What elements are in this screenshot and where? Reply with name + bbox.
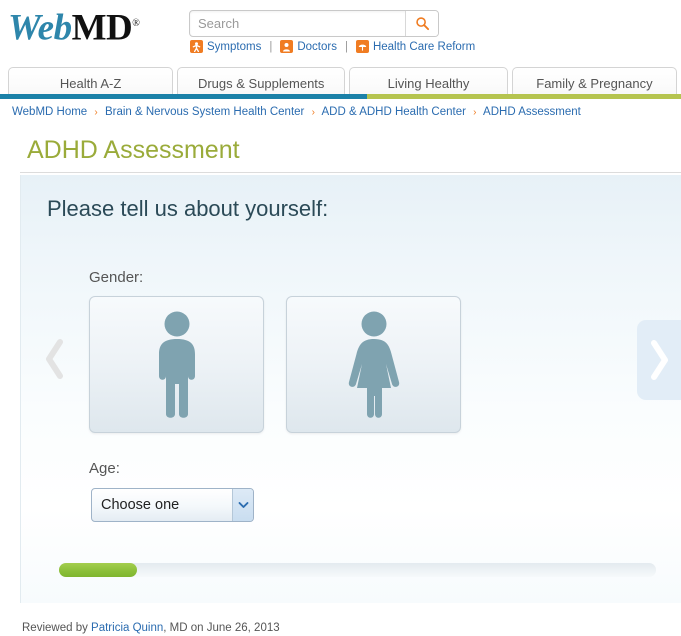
age-label: Age:: [89, 460, 120, 477]
registered-trademark-icon: ®: [132, 18, 140, 29]
breadcrumb-item-home[interactable]: WebMD Home: [12, 106, 87, 118]
page-title: ADHD Assessment: [27, 136, 240, 164]
search-input[interactable]: [190, 11, 405, 36]
reviewed-prefix: Reviewed by: [22, 622, 92, 634]
reviewer-credential: , MD: [163, 622, 188, 634]
breadcrumb-item-add-adhd[interactable]: ADD & ADHD Health Center: [321, 106, 465, 118]
search-icon: [415, 17, 429, 31]
gender-label: Gender:: [89, 269, 144, 286]
assessment-panel: Please tell us about yourself: Gender: A…: [20, 175, 681, 603]
breadcrumb: WebMD Home › Brain & Nervous System Heal…: [12, 106, 581, 118]
previous-step-button[interactable]: [33, 327, 77, 391]
quicklink-health-care-reform-label[interactable]: Health Care Reform: [373, 41, 475, 53]
age-select-wrapper: Choose one: [91, 488, 254, 522]
breadcrumb-item-brain-nervous-system[interactable]: Brain & Nervous System Health Center: [105, 106, 304, 118]
reviewed-suffix: on June 26, 2013: [187, 622, 280, 634]
reviewer-link[interactable]: Patricia Quinn: [91, 622, 163, 634]
quicklink-symptoms-label[interactable]: Symptoms: [207, 41, 261, 53]
breadcrumb-separator-icon: ›: [311, 107, 315, 118]
title-divider: [20, 172, 681, 173]
quicklink-symptoms[interactable]: Symptoms: [190, 40, 261, 53]
breadcrumb-separator-icon: ›: [94, 107, 98, 118]
webmd-logo[interactable]: WebMD®: [8, 4, 140, 49]
gender-option-male[interactable]: [89, 296, 264, 433]
doctor-person-icon: [280, 40, 294, 53]
tab-underline-left-segment: [0, 94, 367, 99]
quicklink-doctors[interactable]: Doctors: [280, 40, 337, 53]
tab-underline-right-segment: [367, 94, 681, 99]
logo-web-text: Web: [8, 7, 72, 49]
assessment-progress-fill: [59, 563, 137, 577]
header-quicklinks: Symptoms | Doctors | Health Care Reform: [190, 40, 475, 53]
gender-option-female[interactable]: [286, 296, 461, 433]
next-step-button[interactable]: [637, 320, 681, 400]
quicklink-separator-1: |: [269, 40, 273, 53]
umbrella-icon: [355, 40, 369, 53]
female-figure-icon: [348, 311, 399, 418]
assessment-progress-track: [59, 563, 656, 577]
quicklink-separator-2: |: [344, 40, 348, 53]
breadcrumb-item-current: ADHD Assessment: [483, 106, 581, 118]
symptoms-person-icon: [190, 40, 203, 53]
quicklink-doctors-label[interactable]: Doctors: [297, 41, 337, 53]
webmd-adhd-assessment-page: WebMD® Symptoms |: [0, 0, 681, 636]
logo-md-text: MD: [71, 7, 133, 49]
gender-options: [89, 296, 461, 433]
site-header: WebMD® Symptoms |: [0, 0, 681, 62]
search-button[interactable]: [405, 11, 438, 36]
search-box[interactable]: [189, 10, 439, 37]
male-figure-icon: [158, 311, 195, 418]
chevron-right-icon: [651, 340, 668, 380]
chevron-left-icon: [46, 339, 63, 379]
age-select[interactable]: Choose one: [91, 488, 254, 522]
breadcrumb-separator-icon: ›: [473, 107, 477, 118]
quicklink-health-care-reform[interactable]: Health Care Reform: [355, 40, 475, 53]
reviewed-by-line: Reviewed by Patricia Quinn, MD on June 2…: [22, 622, 280, 634]
tab-underline-bar: [0, 94, 681, 99]
panel-heading: Please tell us about yourself:: [47, 196, 329, 221]
